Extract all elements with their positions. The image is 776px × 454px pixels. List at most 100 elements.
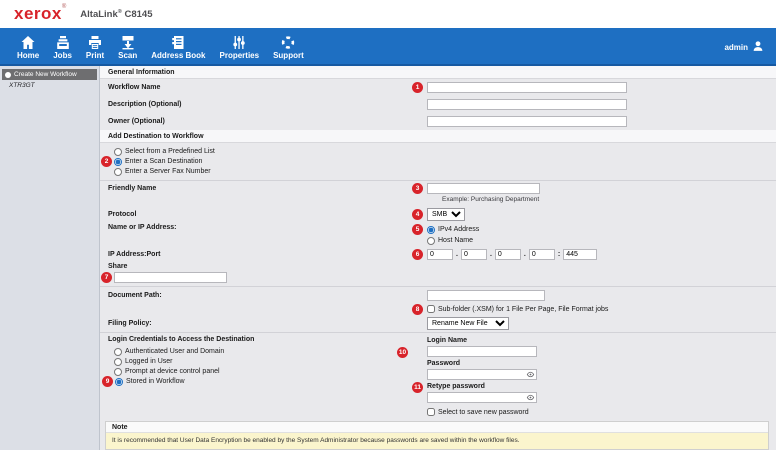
workflow-name-row: Workflow Name 1 [100,79,776,96]
properties-icon [231,35,247,50]
ipv4-address-radio[interactable] [427,226,435,234]
option-host-name[interactable]: Host Name [427,236,473,245]
destination-type-options: Select from a Predefined List 2 Enter a … [100,143,776,180]
password-input[interactable] [427,369,537,380]
document-path-row: Document Path: [100,286,776,303]
step-badge-1: 1 [412,82,423,93]
note-text: It is recommended that User Data Encrypt… [106,433,768,449]
user-icon [752,40,764,54]
owner-label: Owner (Optional) [108,118,427,125]
ip-octet-1-input[interactable] [427,249,453,260]
workflow-icon [5,72,11,78]
nav-item-support[interactable]: Support [266,33,311,62]
sidebar-item-workflow[interactable]: XTR3GT [0,80,99,91]
share-label: Share [100,262,776,271]
option-scan-destination[interactable]: 2 Enter a Scan Destination [114,157,768,166]
step-badge-5: 5 [412,224,423,235]
option-stored-in-workflow[interactable]: 9 Stored in Workflow [114,377,427,386]
nav-item-jobs[interactable]: Jobs [46,33,79,62]
step-badge-3: 3 [412,183,423,194]
retype-password-input[interactable] [427,392,537,403]
ip-address-port-row: IP Address:Port 6 . . . : [100,246,776,262]
nav-item-properties[interactable]: Properties [213,33,267,62]
friendly-name-row: Friendly Name 3 [100,180,776,196]
host-name-radio[interactable] [427,237,435,245]
ip-dot: . [524,251,526,258]
option-ipv4-address[interactable]: 5 IPv4 Address [427,225,479,234]
option-server-fax[interactable]: Enter a Server Fax Number [114,167,768,176]
logged-in-user[interactable]: admin [724,40,764,62]
ip-octet-4-input[interactable] [529,249,555,260]
print-icon [87,35,103,50]
friendly-name-input[interactable] [427,183,540,194]
main-nav: Home Jobs Print Scan Address Book Proper… [0,28,776,66]
nav-item-home[interactable]: Home [10,33,46,62]
option-predefined-list[interactable]: Select from a Predefined List [114,147,768,156]
nav-item-scan[interactable]: Scan [111,33,144,62]
section-add-destination: Add Destination to Workflow [100,130,776,143]
option-authenticated-user[interactable]: Authenticated User and Domain [114,347,427,356]
address-book-icon [170,35,186,50]
save-password-option[interactable]: Select to save new password [427,408,537,416]
logged-in-user-radio[interactable] [114,358,122,366]
step-badge-9: 9 [102,376,113,387]
filing-policy-row: Filing Policy: Rename New File [100,315,776,332]
ip-octet-2-input[interactable] [461,249,487,260]
login-name-label: Login Name [427,337,537,346]
workflow-name-label: Workflow Name [108,84,427,91]
document-path-input[interactable] [427,290,545,301]
authenticated-user-radio[interactable] [114,348,122,356]
step-badge-11: 11 [412,382,423,393]
name-or-ip-label: Name or IP Address: [108,224,427,231]
save-password-checkbox[interactable] [427,408,435,416]
scan-icon [120,35,136,50]
xerox-logo: xerox® [14,4,66,24]
show-retype-password-icon[interactable] [526,393,535,404]
ip-octet-3-input[interactable] [495,249,521,260]
workflow-sidebar: Create New Workflow XTR3GT [0,66,100,450]
description-label: Description (Optional) [108,101,427,108]
step-badge-8: 8 [412,304,423,315]
port-input[interactable] [563,249,597,260]
nav-item-print[interactable]: Print [79,33,111,62]
support-icon [280,35,296,50]
subfolder-option[interactable]: Sub-folder (.XSM) for 1 File Per Page, F… [427,305,608,314]
nav-item-address-book[interactable]: Address Book [144,33,212,62]
retype-password-label-row: 11 Retype password [427,383,537,392]
scan-destination-radio[interactable] [114,158,122,166]
note-box: Note It is recommended that User Data En… [105,421,769,450]
section-general-information: General Information [100,66,776,79]
login-name-input[interactable] [427,346,537,357]
server-fax-radio[interactable] [114,168,122,176]
workflow-name-input[interactable] [427,82,627,93]
filing-policy-label: Filing Policy: [108,320,427,327]
login-credentials-section: Login Credentials to Access the Destinat… [100,332,776,418]
jobs-icon [55,35,71,50]
friendly-name-hint-row: Example: Purchasing Department [100,196,776,206]
ip-dot: . [490,251,492,258]
description-row: Description (Optional) [100,96,776,113]
stored-in-workflow-radio[interactable] [115,378,123,386]
description-input[interactable] [427,99,627,110]
subfolder-row: 8 Sub-folder (.XSM) for 1 File Per Page,… [100,303,776,315]
option-prompt-at-panel[interactable]: Prompt at device control panel [114,367,427,376]
ip-dot: . [456,251,458,258]
filing-policy-select[interactable]: Rename New File [427,317,509,330]
owner-input[interactable] [427,116,627,127]
home-icon [20,35,36,50]
subfolder-checkbox[interactable] [427,305,435,313]
protocol-select[interactable]: SMB [427,208,465,221]
option-logged-in-user[interactable]: Logged in User [114,357,427,366]
share-input[interactable] [114,272,227,283]
ip-address-port-label: IP Address:Port [108,251,427,258]
retype-password-label: Retype password [427,383,485,390]
show-password-icon[interactable] [526,370,535,381]
prompt-at-panel-radio[interactable] [114,368,122,376]
owner-row: Owner (Optional) [100,113,776,130]
document-path-label: Document Path: [108,292,427,299]
step-badge-4: 4 [412,209,423,220]
predefined-list-radio[interactable] [114,148,122,156]
sidebar-item-create-new-workflow[interactable]: Create New Workflow [2,69,97,80]
title-bar: xerox® AltaLink® C8145 [0,0,776,28]
ip-colon: : [558,251,560,258]
